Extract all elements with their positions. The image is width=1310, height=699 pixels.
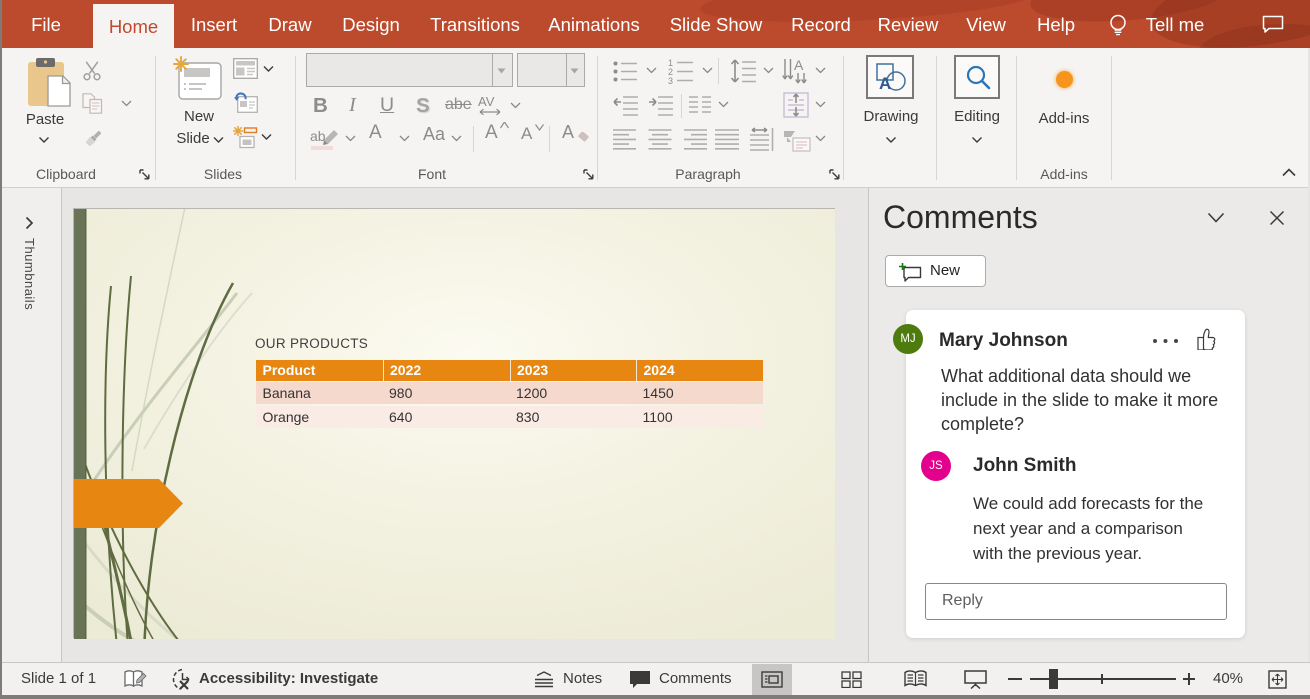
- svg-text:AV: AV: [478, 94, 495, 109]
- svg-text:ab: ab: [310, 128, 326, 144]
- svg-text:A: A: [794, 57, 804, 73]
- svg-text:3: 3: [668, 76, 673, 84]
- svg-text:A: A: [879, 74, 891, 93]
